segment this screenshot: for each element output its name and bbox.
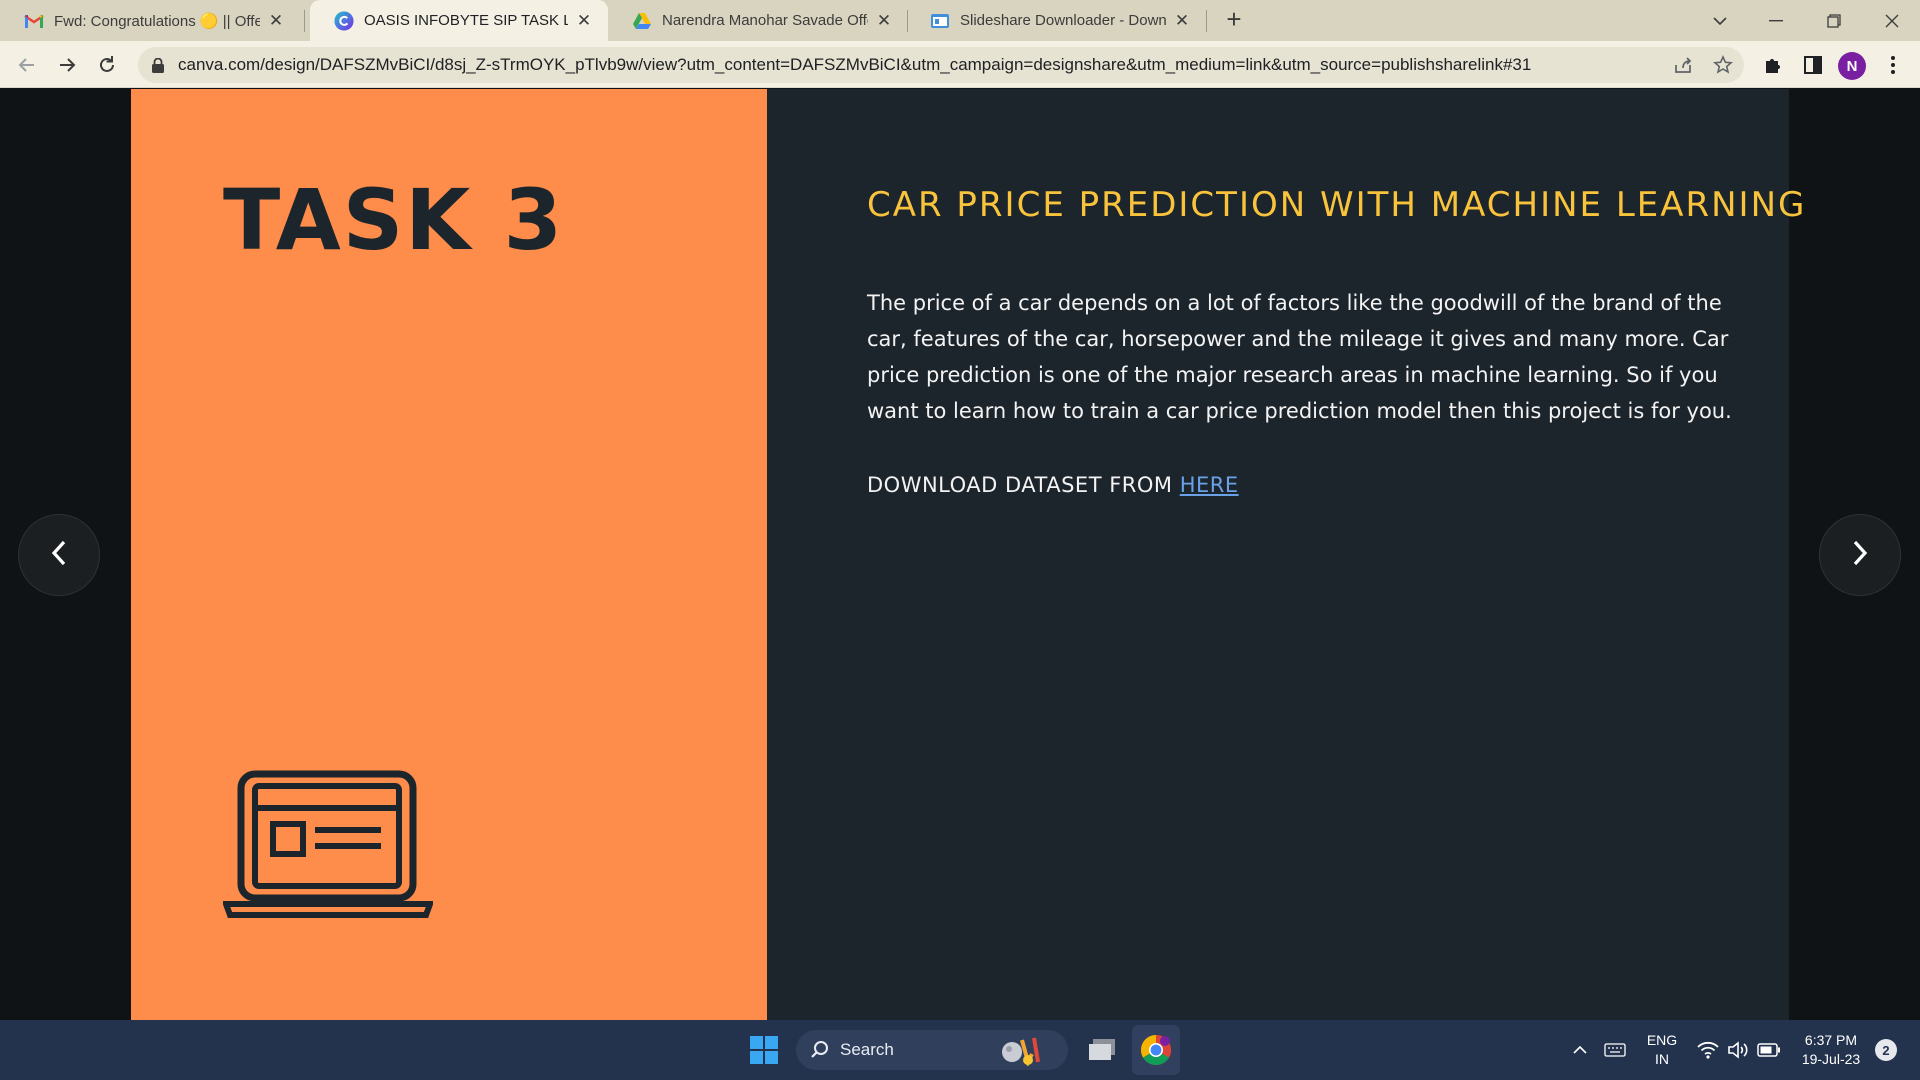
back-button[interactable] bbox=[12, 50, 42, 80]
chevron-right-icon bbox=[1850, 539, 1870, 572]
side-panel-icon[interactable] bbox=[1798, 50, 1828, 80]
menu-kebab-icon[interactable] bbox=[1878, 50, 1908, 80]
clock-time: 6:37 PM bbox=[1804, 1032, 1858, 1048]
close-tab-icon[interactable]: ✕ bbox=[874, 11, 894, 31]
language-region: IN bbox=[1655, 1051, 1669, 1067]
show-hidden-icons-chevron-icon[interactable] bbox=[1566, 1020, 1594, 1080]
tab-gmail[interactable]: Fwd: Congratulations 🟡 || Offer Letter ✕ bbox=[0, 0, 300, 41]
bookmark-star-icon[interactable] bbox=[1708, 50, 1738, 80]
slide-right-panel: CAR PRICE PREDICTION WITH MACHINE LEARNI… bbox=[767, 89, 1804, 1020]
extensions-puzzle-icon[interactable] bbox=[1758, 50, 1788, 80]
download-label: DOWNLOAD DATASET FROM bbox=[867, 473, 1180, 497]
windows-start-icon[interactable] bbox=[746, 1020, 782, 1080]
slide: TASK 3 CAR PRICE PREDICTION WITH MACHINE… bbox=[131, 89, 1804, 1020]
slide-body-text: The price of a car depends on a lot of f… bbox=[867, 291, 1732, 423]
keyboard-icon[interactable] bbox=[1600, 1020, 1630, 1080]
task-view-icon[interactable] bbox=[1082, 1020, 1122, 1080]
tab-separator bbox=[1206, 10, 1207, 32]
wifi-icon[interactable] bbox=[1694, 1020, 1722, 1080]
tab-title: Slideshare Downloader - Download bbox=[960, 12, 1166, 29]
search-icon bbox=[810, 1040, 830, 1060]
gmail-icon bbox=[24, 11, 44, 31]
close-window-button[interactable] bbox=[1864, 0, 1920, 41]
clock[interactable]: 6:37 PM 19-Jul-23 bbox=[1790, 1020, 1872, 1080]
tab-separator bbox=[304, 10, 305, 32]
profile-avatar[interactable]: N bbox=[1838, 52, 1866, 80]
canva-icon bbox=[334, 11, 354, 31]
tab-slideshare-downloader[interactable]: Slideshare Downloader - Download ✕ bbox=[906, 0, 1206, 41]
slide-heading: CAR PRICE PREDICTION WITH MACHINE LEARNI… bbox=[867, 185, 1807, 225]
forward-button[interactable] bbox=[52, 50, 82, 80]
search-label: Search bbox=[840, 1040, 894, 1059]
close-tab-icon[interactable]: ✕ bbox=[266, 11, 286, 31]
tab-canva[interactable]: OASIS INFOBYTE SIP TASK LIST ✕ bbox=[310, 0, 608, 41]
tab-title: OASIS INFOBYTE SIP TASK LIST bbox=[364, 12, 568, 29]
dataset-link[interactable]: HERE bbox=[1180, 473, 1239, 497]
previous-slide-button[interactable] bbox=[18, 514, 100, 596]
google-drive-icon bbox=[632, 11, 652, 31]
language-indicator[interactable]: ENG IN bbox=[1640, 1020, 1684, 1080]
canva-viewer: TASK 3 CAR PRICE PREDICTION WITH MACHINE… bbox=[0, 89, 1920, 1020]
url-text: canva.com/design/DAFSZMvBiCI/d8sj_Z-sTrm… bbox=[178, 55, 1532, 74]
close-tab-icon[interactable]: ✕ bbox=[574, 11, 594, 31]
slideshare-downloader-icon bbox=[930, 11, 950, 31]
chevron-left-icon bbox=[49, 539, 69, 572]
notification-badge[interactable]: 2 bbox=[1875, 1039, 1897, 1061]
language-code: ENG bbox=[1646, 1032, 1678, 1048]
restore-button[interactable] bbox=[1806, 0, 1862, 41]
volume-icon[interactable] bbox=[1724, 1020, 1752, 1080]
next-slide-button[interactable] bbox=[1819, 514, 1901, 596]
minimize-button[interactable] bbox=[1748, 0, 1804, 41]
browser-toolbar: canva.com/design/DAFSZMvBiCI/d8sj_Z-sTrm… bbox=[0, 41, 1920, 88]
windows-taskbar: Search ENG IN 6:37 PM 19-Jul-23 2 bbox=[0, 1020, 1920, 1080]
laptop-icon bbox=[221, 770, 435, 920]
slide-left-panel: TASK 3 bbox=[131, 89, 767, 1020]
reload-button[interactable] bbox=[92, 50, 122, 80]
chrome-taskbar-icon[interactable] bbox=[1132, 1025, 1180, 1075]
lock-icon[interactable] bbox=[150, 57, 166, 73]
tab-title: Fwd: Congratulations 🟡 || Offer Letter bbox=[54, 12, 260, 30]
download-dataset-line: DOWNLOAD DATASET FROM HERE bbox=[867, 473, 1239, 497]
taskbar-search[interactable]: Search bbox=[796, 1030, 1068, 1070]
tab-google-drive[interactable]: Narendra Manohar Savade Offer Letter ✕ bbox=[608, 0, 908, 41]
close-tab-icon[interactable]: ✕ bbox=[1172, 11, 1192, 31]
task-title: TASK 3 bbox=[223, 171, 565, 269]
share-icon[interactable] bbox=[1668, 50, 1698, 80]
address-bar[interactable]: canva.com/design/DAFSZMvBiCI/d8sj_Z-sTrm… bbox=[138, 47, 1744, 83]
search-highlight-icon bbox=[996, 1034, 1056, 1066]
new-tab-button[interactable]: + bbox=[1220, 6, 1248, 34]
tab-strip: Fwd: Congratulations 🟡 || Offer Letter ✕… bbox=[0, 0, 1920, 41]
clock-date: 19-Jul-23 bbox=[1801, 1051, 1861, 1067]
tab-search-chevron-icon[interactable] bbox=[1692, 0, 1748, 41]
battery-icon[interactable] bbox=[1754, 1020, 1784, 1080]
tab-title: Narendra Manohar Savade Offer Letter bbox=[662, 12, 868, 29]
